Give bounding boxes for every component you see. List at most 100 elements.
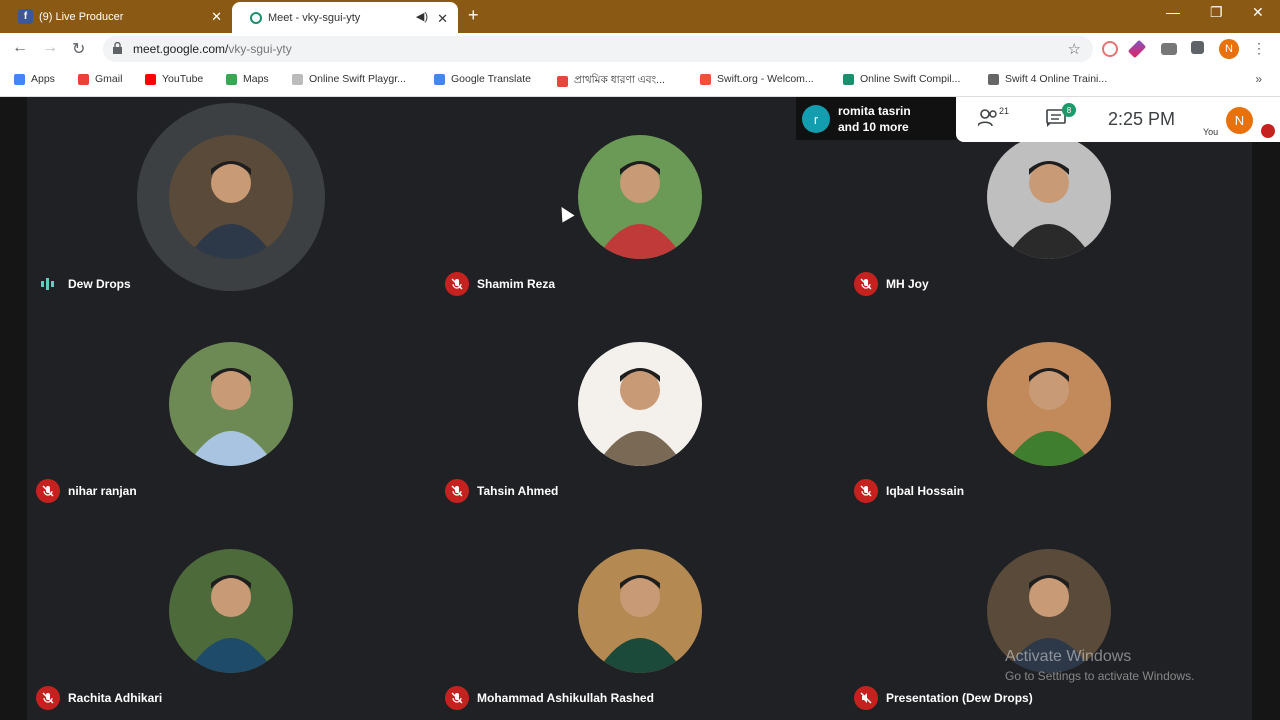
participant-nameplate: Mohammad Ashikullah Rashed [445,686,654,710]
participant-nameplate: Presentation (Dew Drops) [854,686,1033,710]
participant-tile[interactable]: Iqbal Hossain [846,304,1256,511]
participant-name: Iqbal Hossain [886,484,965,498]
left-margin [0,97,27,720]
audio-off-icon [854,686,878,710]
participant-name: nihar ranjan [68,484,137,498]
close-tab-icon[interactable]: ✕ [211,9,222,25]
participant-nameplate: Dew Drops [36,272,131,296]
participant-name: MH Joy [886,277,929,291]
url-host: meet.google.com/ [133,42,229,56]
people-count: 21 [999,106,1010,116]
bookmark-item[interactable]: Online Swift Playgr... [292,73,406,85]
participant-tile[interactable]: Presentation (Dew Drops) [846,511,1256,718]
participant-avatar [987,342,1111,466]
close-tab-icon[interactable]: ✕ [437,11,448,27]
reload-icon[interactable]: ↻ [72,39,85,59]
puzzle-icon[interactable] [1191,41,1204,54]
participant-tile[interactable]: Tahsin Ahmed [437,304,847,511]
bookmark-label: Gmail [95,73,123,85]
self-muted-icon [1261,124,1275,138]
bookmark-favicon-icon [292,73,303,85]
tab-title: (9) Live Producer [39,10,124,23]
bookmark-item[interactable]: প্রাথমিক ধারণা এবং... [557,73,665,90]
bookmark-favicon-icon [226,73,237,85]
lock-icon [113,42,122,54]
participant-avatar [987,135,1111,259]
mic-off-icon [445,686,469,710]
extension-icon[interactable] [1102,41,1118,57]
self-avatar[interactable]: N [1226,107,1253,134]
bookmark-label: Google Translate [451,73,531,85]
bookmark-label: Maps [243,73,269,85]
tab-live-producer[interactable]: f (9) Live Producer ✕ [0,0,232,33]
mic-off-icon [36,686,60,710]
bookmark-label: Apps [31,73,55,85]
menu-icon[interactable]: ⋮ [1252,40,1266,57]
participant-tile[interactable]: Mohammad Ashikullah Rashed [437,511,847,718]
forward-icon[interactable]: → [42,39,58,57]
participant-nameplate: MH Joy [854,272,929,296]
participant-tile[interactable]: Dew Drops [28,97,438,304]
participant-nameplate: Tahsin Ahmed [445,479,558,503]
bookmark-favicon-icon [557,76,568,87]
minimize-icon[interactable]: — [1166,4,1180,20]
people-icon[interactable] [978,109,1000,127]
bookmark-item[interactable]: Swift.org - Welcom... [700,73,814,85]
watermark-subtitle: Go to Settings to activate Windows. [1005,669,1195,683]
bookmark-item[interactable]: Maps [226,73,269,85]
participant-name: Dew Drops [68,277,131,291]
participant-name: Presentation (Dew Drops) [886,691,1033,705]
participant-tile[interactable]: Shamim Reza [437,97,847,304]
presenter-avatar: r [802,105,830,133]
bookmark-label: Online Swift Playgr... [309,73,406,85]
speaker-icon[interactable]: ◀) [416,10,428,23]
restore-icon[interactable]: ❐ [1210,4,1223,21]
presenter-name: romita tasrin [838,104,911,118]
bookmark-label: YouTube [162,73,204,85]
participant-tile[interactable]: Rachita Adhikari [28,511,438,718]
participant-avatar [578,549,702,673]
close-window-icon[interactable]: ✕ [1252,4,1264,21]
bookmark-star-icon[interactable]: ☆ [1068,40,1081,58]
audio-level-icon [36,272,60,296]
bookmark-item[interactable]: Online Swift Compil... [843,73,960,85]
facebook-icon: f [18,9,33,24]
participant-tile[interactable]: nihar ranjan [28,304,438,511]
participant-avatar [578,342,702,466]
bookmark-item[interactable]: Apps [14,73,55,85]
bookmark-label: Swift 4 Online Traini... [1005,73,1108,85]
right-margin [1252,97,1280,720]
tab-title: Meet - vky-sgui-yty [268,11,361,24]
new-tab-button[interactable]: + [468,5,479,26]
bookmark-label: প্রাথমিক ধারণা এবং... [574,74,665,86]
participant-name: Rachita Adhikari [68,691,163,705]
camera-icon[interactable] [1161,43,1177,55]
mic-off-icon [36,479,60,503]
profile-avatar[interactable]: N [1219,39,1239,59]
tab-meet[interactable]: Meet - vky-sgui-yty ◀) ✕ [232,2,458,33]
mic-off-icon [445,272,469,296]
bookmark-item[interactable]: Gmail [78,73,122,85]
participant-nameplate: Shamim Reza [445,272,555,296]
bookmark-item[interactable]: Google Translate [434,73,531,85]
pen-extension-icon[interactable] [1127,39,1147,59]
participant-avatar [169,342,293,466]
participant-name: Tahsin Ahmed [477,484,559,498]
presenter-more: and 10 more [838,120,909,134]
presenter-badge[interactable]: r romita tasrin and 10 more [796,97,956,140]
bookmark-label: Online Swift Compil... [860,73,961,85]
participant-avatar [169,135,293,259]
back-icon[interactable]: ← [12,39,28,57]
meet-icon [250,11,262,24]
more-bookmarks-icon[interactable]: » [1255,72,1262,86]
participant-nameplate: Iqbal Hossain [854,479,964,503]
bookmark-favicon-icon [78,73,89,85]
bookmark-item[interactable]: Swift 4 Online Traini... [988,73,1107,85]
bookmark-favicon-icon [988,73,999,85]
bookmark-item[interactable]: YouTube [145,73,203,85]
address-bar[interactable]: meet.google.com/vky-sgui-yty ☆ [103,36,1093,62]
url-path: vky-sgui-yty [228,42,292,56]
browser-tabstrip: f (9) Live Producer ✕ Meet - vky-sgui-yt… [0,0,1280,33]
participant-nameplate: nihar ranjan [36,479,137,503]
url-text: meet.google.com/vky-sgui-yty [133,42,292,56]
